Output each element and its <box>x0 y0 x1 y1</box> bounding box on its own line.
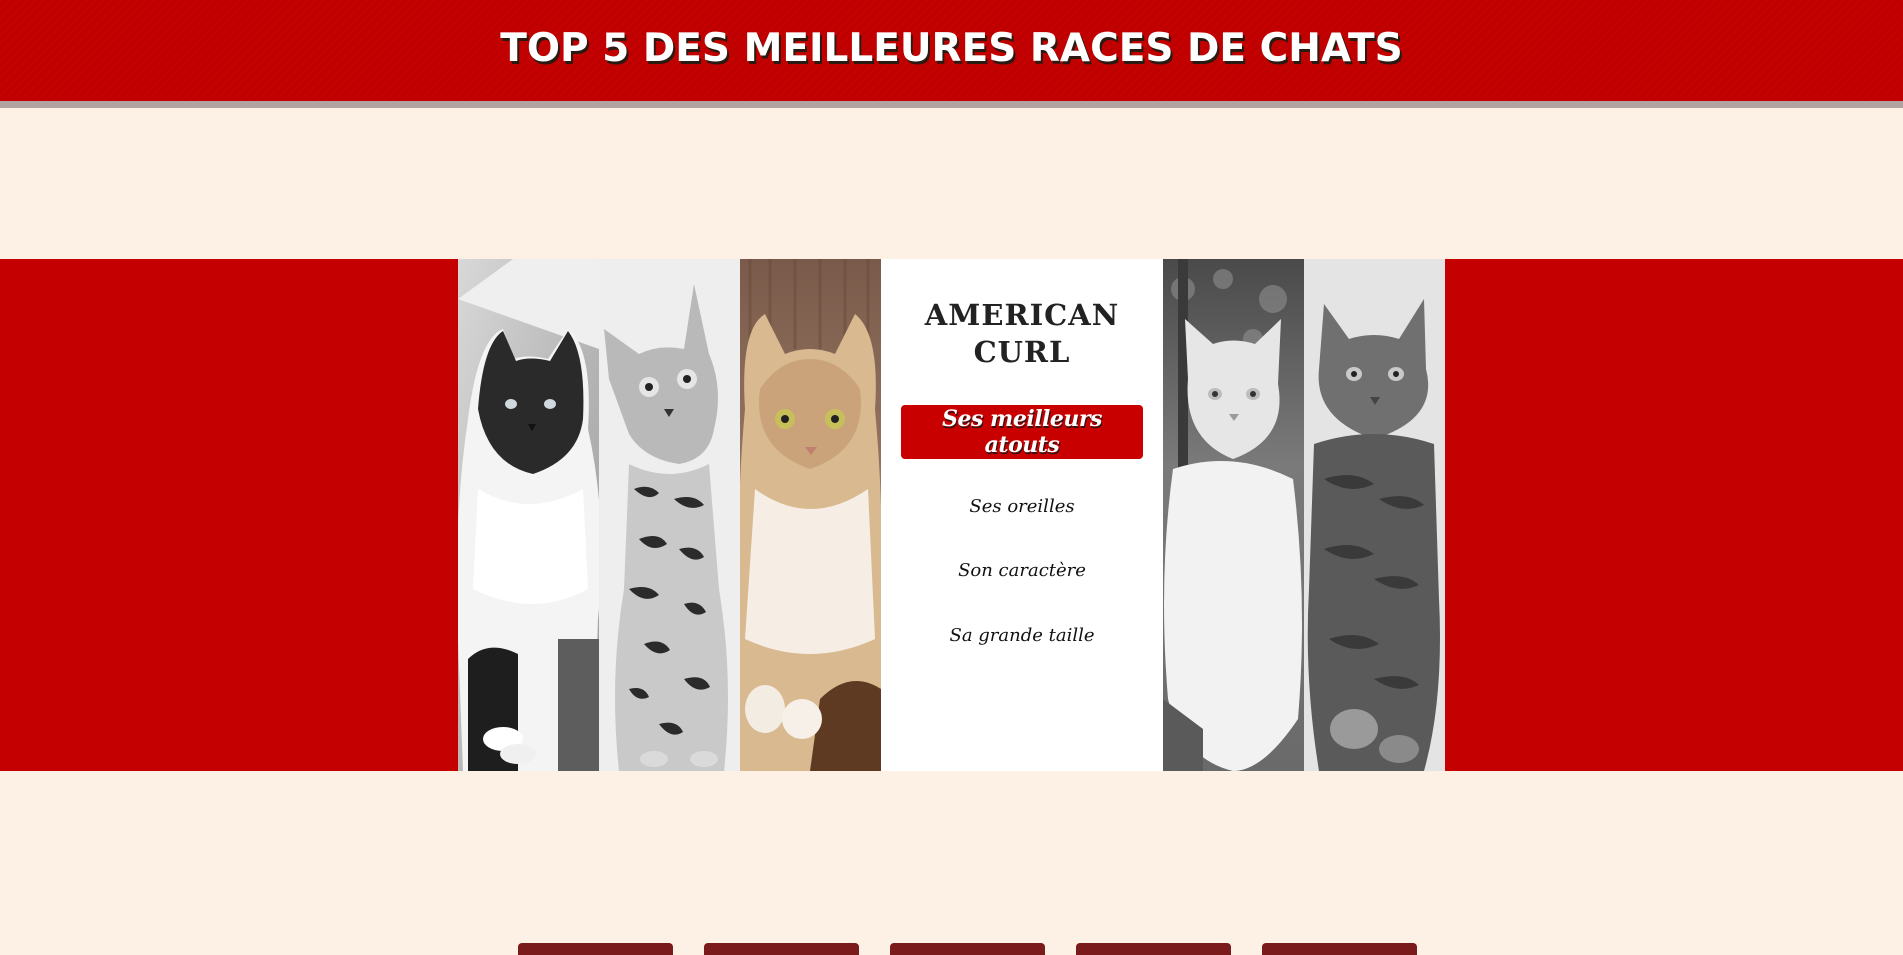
cat-panel-2[interactable] <box>599 259 740 771</box>
breed-name: AMERICAN CURL <box>881 297 1163 371</box>
asset-item-ears: Ses oreilles <box>969 496 1075 517</box>
norwegian-forest-cat-photo <box>1163 259 1304 771</box>
cat-gallery: AMERICAN CURL Ses meilleurs atouts Ses o… <box>458 259 1446 771</box>
bottom-tab-3[interactable] <box>890 943 1045 955</box>
bottom-tab-2[interactable] <box>704 943 859 955</box>
featured-breed-card: AMERICAN CURL Ses meilleurs atouts Ses o… <box>881 259 1163 771</box>
bottom-tab-5[interactable] <box>1262 943 1417 955</box>
bottom-tab-1[interactable] <box>518 943 673 955</box>
american-curl-cat-photo <box>740 259 881 771</box>
bottom-navigation <box>518 943 1417 955</box>
ragdoll-cat-photo <box>458 259 599 771</box>
asset-item-character: Son caractère <box>958 560 1086 581</box>
page-title: TOP 5 DES MEILLEURES RACES DE CHATS <box>500 26 1403 71</box>
bottom-tab-4[interactable] <box>1076 943 1231 955</box>
best-assets-button[interactable]: Ses meilleurs atouts <box>901 405 1143 459</box>
cat-panel-3[interactable] <box>740 259 881 771</box>
cat-panel-4[interactable] <box>1163 259 1304 771</box>
maine-coon-cat-photo <box>1304 259 1445 771</box>
cat-panel-1[interactable] <box>458 259 599 771</box>
asset-item-size: Sa grande taille <box>949 625 1095 646</box>
site-header: TOP 5 DES MEILLEURES RACES DE CHATS <box>0 0 1903 108</box>
breed-name-line2: CURL <box>973 335 1071 369</box>
bengal-cat-photo <box>599 259 740 771</box>
breed-name-line1: AMERICAN <box>924 298 1120 332</box>
cat-panel-5[interactable] <box>1304 259 1445 771</box>
